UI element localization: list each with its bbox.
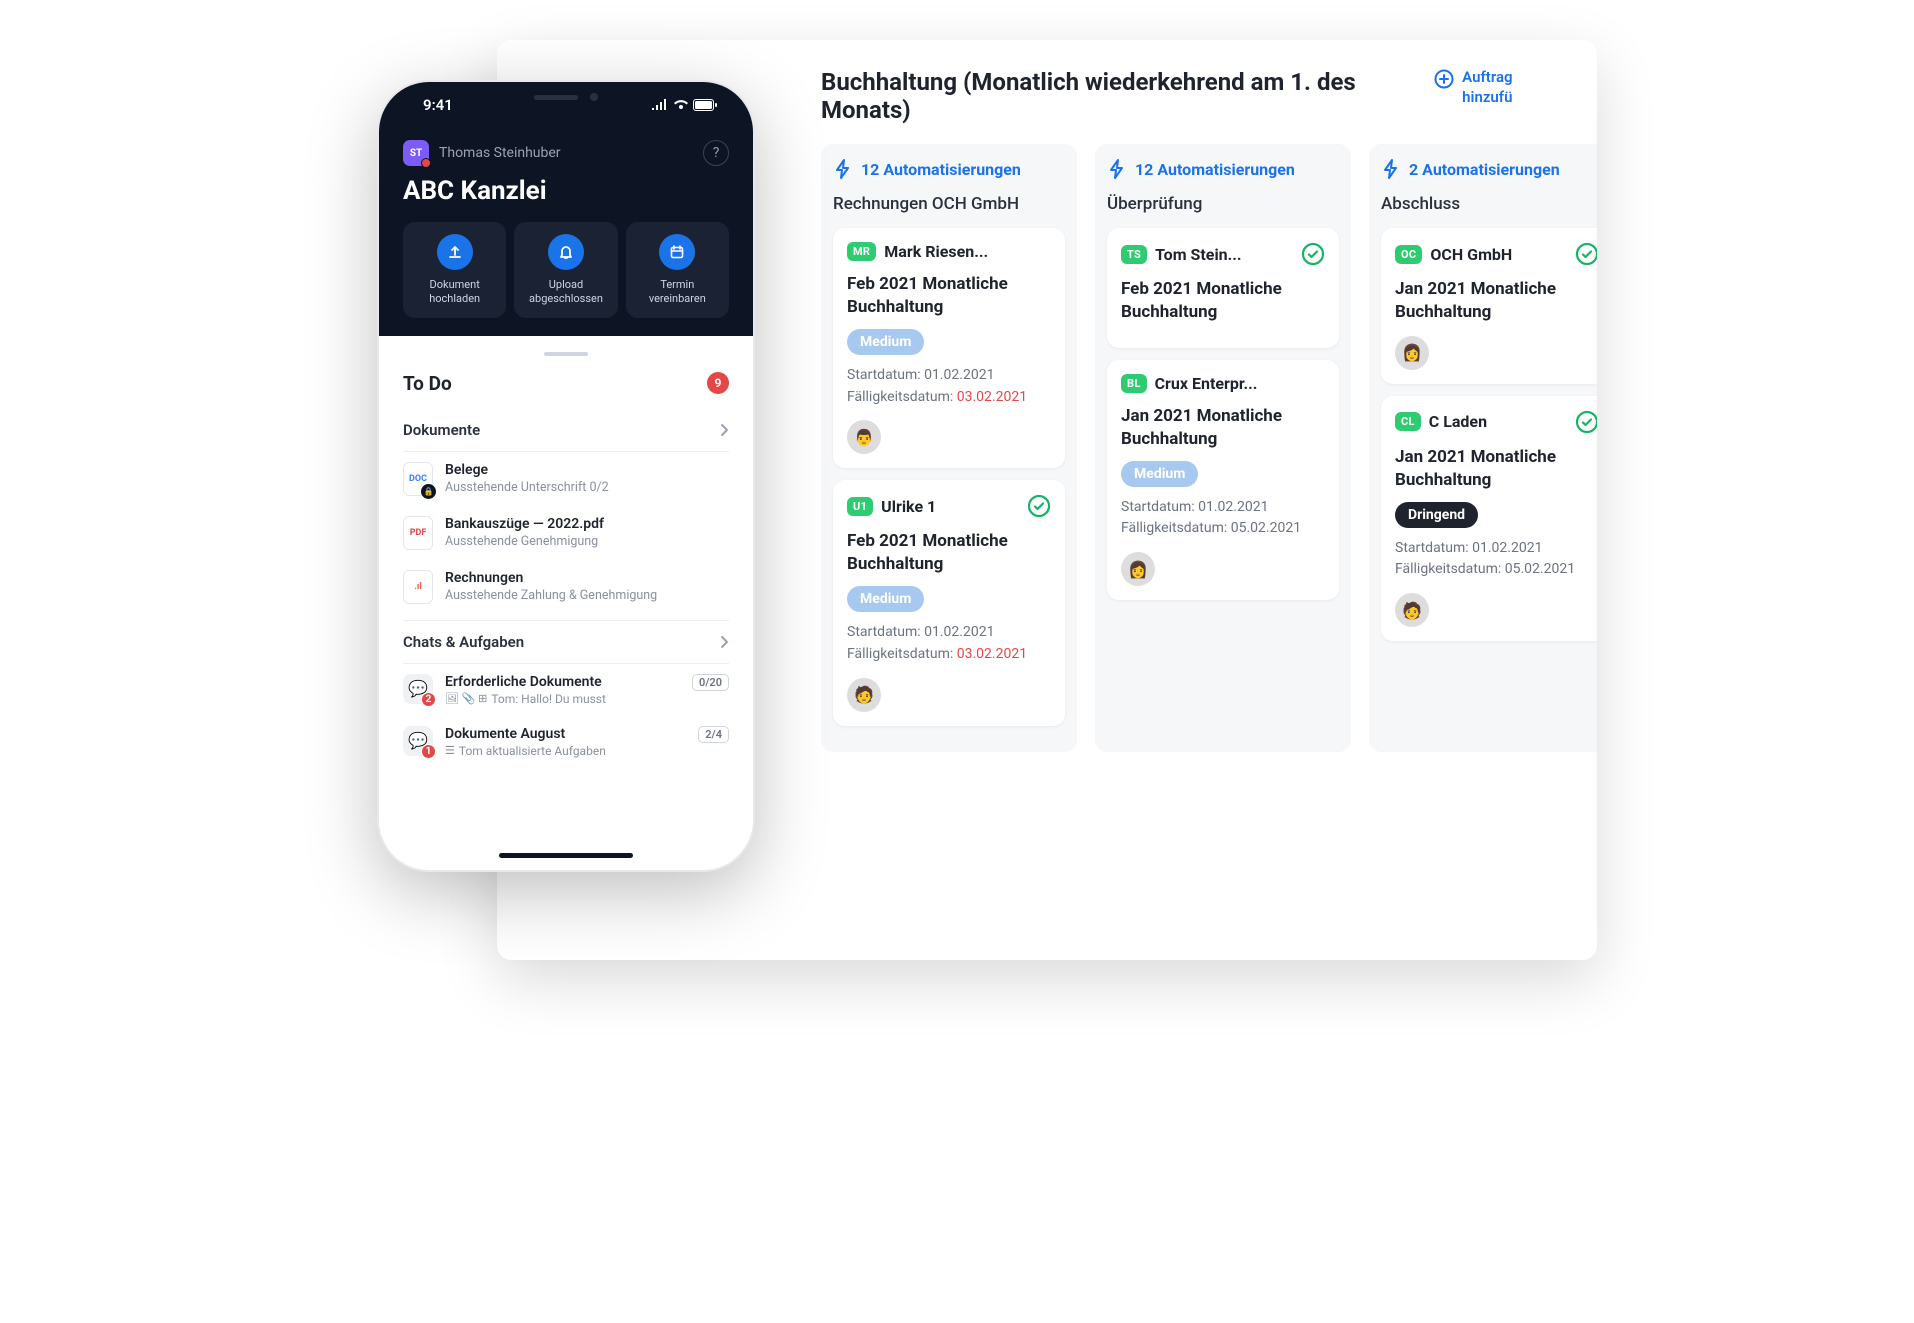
user-avatar[interactable]: ST xyxy=(403,140,429,166)
automation-count[interactable]: 12 Automatisierungen xyxy=(1107,158,1339,180)
board-title: Buchhaltung (Monatlich wiederkehrend am … xyxy=(821,68,1434,124)
kanban-column: 2 Automatisierungen Abschluss OCOCH GmbHJa… xyxy=(1369,144,1597,752)
task-card[interactable]: MRMark Riesen...Feb 2021 Monatliche Buch… xyxy=(833,228,1065,468)
task-card[interactable]: OCOCH GmbHJan 2021 Monatliche Buchhaltun… xyxy=(1381,228,1597,384)
document-item[interactable]: PDFBankauszüge — 2022.pdfAusstehende Gen… xyxy=(403,506,729,560)
help-button[interactable]: ? xyxy=(703,140,729,166)
add-job-label: Auftrag hinzufü xyxy=(1462,68,1563,107)
todo-section-title: To Do xyxy=(403,372,452,395)
automation-count[interactable]: 2 Automatisierungen xyxy=(1381,158,1597,180)
chat-item[interactable]: 💬1Dokumente August☰ Tom aktualisierte Au… xyxy=(403,716,729,768)
assignee-avatar: 👩 xyxy=(1121,552,1155,586)
assignee-avatar: 👩 xyxy=(1395,336,1429,370)
task-card[interactable]: U1Ulrike 1Feb 2021 Monatliche Buchhaltun… xyxy=(833,480,1065,725)
kanban-column: 12 Automatisierungen Überprüfung TSTom Ste… xyxy=(1095,144,1351,752)
mobile-app-preview: 9:41 ST Thomas Steinhuber ? ABC Kanzlei xyxy=(377,80,755,872)
status-bar-icons xyxy=(651,99,723,111)
automation-count[interactable]: 12 Automatisierungen xyxy=(833,158,1065,180)
calendar-icon xyxy=(659,234,695,270)
add-job-button[interactable]: Auftrag hinzufü xyxy=(1434,68,1563,107)
document-icon: DOC🔒 xyxy=(403,462,433,496)
schedule-button[interactable]: Termin vereinbaren xyxy=(626,222,729,318)
progress-count: 0/20 xyxy=(692,674,729,691)
plus-circle-icon xyxy=(1434,69,1454,89)
column-title: Rechnungen OCH GmbH xyxy=(833,194,1065,214)
assignee-avatar: 🧑 xyxy=(1395,593,1429,627)
upload-complete-button[interactable]: Upload abgeschlossen xyxy=(514,222,617,318)
bell-icon xyxy=(548,234,584,270)
upload-icon xyxy=(437,234,473,270)
org-name: ABC Kanzlei xyxy=(403,176,729,206)
document-item[interactable]: .ılRechnungenAusstehende Zahlung & Geneh… xyxy=(403,560,729,614)
column-title: Abschluss xyxy=(1381,194,1597,214)
task-card[interactable]: CLC LadenJan 2021 Monatliche Buchhaltung… xyxy=(1381,396,1597,641)
documents-section-header[interactable]: Dokumente xyxy=(403,409,729,452)
status-bar-time: 9:41 xyxy=(409,96,453,114)
document-item[interactable]: DOC🔒BelegeAusstehende Unterschrift 0/2 xyxy=(403,452,729,506)
lock-icon: 🔒 xyxy=(421,484,436,499)
todo-count-badge: 9 xyxy=(707,372,729,394)
drag-handle[interactable] xyxy=(544,352,588,356)
document-icon: PDF xyxy=(403,516,433,550)
unread-badge: 1 xyxy=(421,744,436,759)
assignee-avatar: 🧑 xyxy=(847,678,881,712)
chats-section-header[interactable]: Chats & Aufgaben xyxy=(403,620,729,664)
progress-count: 2/4 xyxy=(698,726,729,743)
chat-item[interactable]: 💬2Erforderliche Dokumente🖼 📎 ⊞ Tom: Hall… xyxy=(403,664,729,716)
assignee-avatar: 👨 xyxy=(847,420,881,454)
phone-notch xyxy=(481,82,651,112)
unread-badge: 2 xyxy=(421,692,436,707)
column-title: Überprüfung xyxy=(1107,194,1339,214)
task-card[interactable]: TSTom Stein...Feb 2021 Monatliche Buchha… xyxy=(1107,228,1339,348)
upload-document-button[interactable]: Dokument hochladen xyxy=(403,222,506,318)
user-name: Thomas Steinhuber xyxy=(439,145,561,161)
chat-icon: 💬2 xyxy=(403,674,433,704)
chat-icon: 💬1 xyxy=(403,726,433,756)
document-icon: .ıl xyxy=(403,570,433,604)
task-card[interactable]: BLCrux Enterpr...Jan 2021 Monatliche Buc… xyxy=(1107,360,1339,600)
kanban-column: 12 Automatisierungen Rechnungen OCH GmbH M… xyxy=(821,144,1077,752)
chevron-right-icon xyxy=(719,423,729,437)
chevron-right-icon xyxy=(719,635,729,649)
